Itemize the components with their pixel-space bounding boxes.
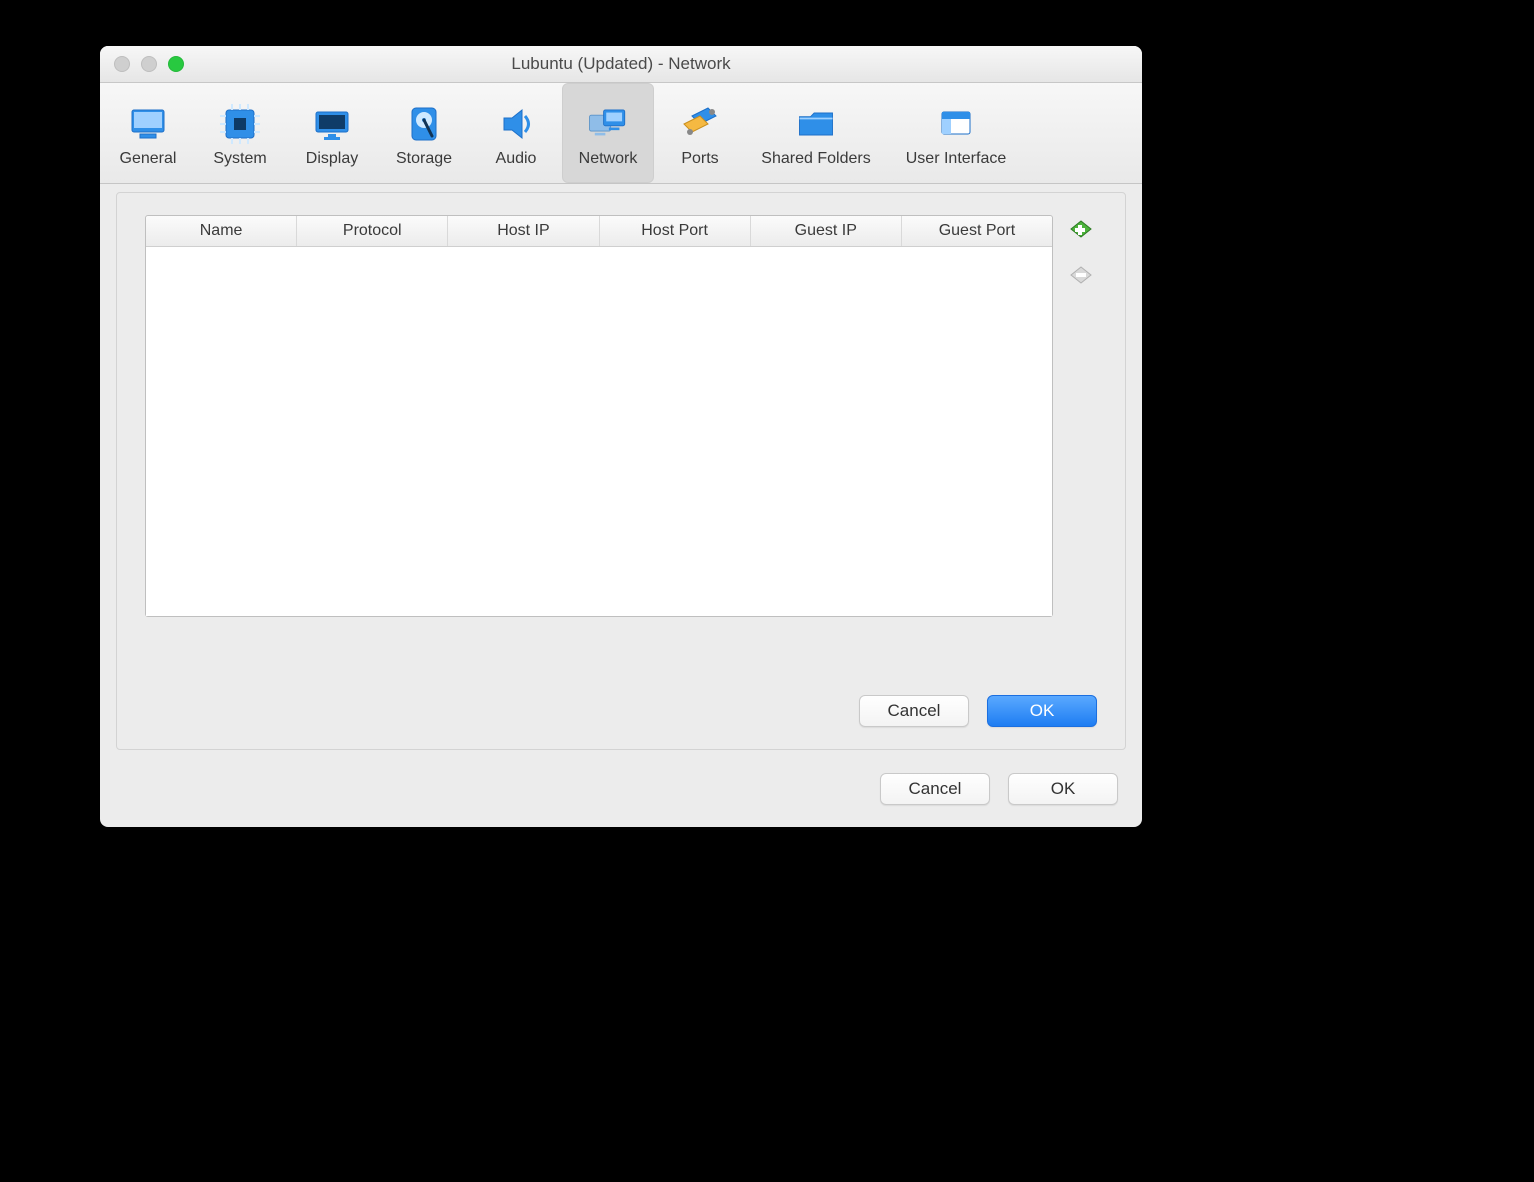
port-forwarding-table: Name Protocol Host IP Host Port Guest IP… <box>145 215 1053 617</box>
toolbar-label: General <box>120 150 177 168</box>
network-icon <box>586 102 630 146</box>
toolbar-item-network[interactable]: Network <box>562 83 654 183</box>
window-zoom-button[interactable] <box>168 56 184 72</box>
toolbar-label: Network <box>579 150 638 168</box>
settings-window: Lubuntu (Updated) - Network General <box>100 46 1142 827</box>
column-header-name[interactable]: Name <box>146 216 297 246</box>
sheet-button-row: Cancel OK <box>859 695 1097 727</box>
titlebar: Lubuntu (Updated) - Network <box>100 46 1142 83</box>
table-body-empty[interactable] <box>146 247 1052 616</box>
window-controls <box>100 56 184 72</box>
disk-icon <box>402 102 446 146</box>
monitor-icon <box>126 102 170 146</box>
column-header-host-port[interactable]: Host Port <box>600 216 751 246</box>
settings-toolbar: General System <box>100 83 1142 184</box>
toolbar-item-storage[interactable]: Storage <box>378 83 470 183</box>
layout-icon <box>934 102 978 146</box>
folder-icon <box>794 102 838 146</box>
speaker-icon <box>494 102 538 146</box>
column-header-protocol[interactable]: Protocol <box>297 216 448 246</box>
chip-icon <box>218 102 262 146</box>
sheet-ok-button[interactable]: OK <box>987 695 1097 727</box>
column-header-guest-port[interactable]: Guest Port <box>902 216 1052 246</box>
toolbar-item-audio[interactable]: Audio <box>470 83 562 183</box>
table-header: Name Protocol Host IP Host Port Guest IP… <box>146 216 1052 247</box>
window-title: Lubuntu (Updated) - Network <box>100 54 1142 74</box>
window-close-button[interactable] <box>114 56 130 72</box>
toolbar-label: Audio <box>496 150 537 168</box>
ports-icon <box>678 102 722 146</box>
table-side-tools <box>1067 215 1095 289</box>
add-icon <box>1068 216 1094 242</box>
add-rule-button[interactable] <box>1067 215 1095 243</box>
window-minimize-button[interactable] <box>141 56 157 72</box>
window-cancel-button[interactable]: Cancel <box>880 773 990 805</box>
toolbar-label: User Interface <box>906 150 1006 168</box>
remove-icon <box>1068 262 1094 288</box>
toolbar-label: Display <box>306 150 358 168</box>
window-ok-button[interactable]: OK <box>1008 773 1118 805</box>
toolbar-label: System <box>213 150 266 168</box>
toolbar-item-display[interactable]: Display <box>286 83 378 183</box>
port-forwarding-sheet: Name Protocol Host IP Host Port Guest IP… <box>116 192 1126 750</box>
toolbar-item-system[interactable]: System <box>194 83 286 183</box>
column-header-host-ip[interactable]: Host IP <box>448 216 599 246</box>
display-icon <box>310 102 354 146</box>
sheet-cancel-button[interactable]: Cancel <box>859 695 969 727</box>
toolbar-label: Ports <box>681 150 718 168</box>
toolbar-item-shared-folders[interactable]: Shared Folders <box>746 83 886 183</box>
remove-rule-button[interactable] <box>1067 261 1095 289</box>
toolbar-item-ports[interactable]: Ports <box>654 83 746 183</box>
window-button-row: Cancel OK <box>880 773 1118 805</box>
toolbar-label: Shared Folders <box>761 150 870 168</box>
column-header-guest-ip[interactable]: Guest IP <box>751 216 902 246</box>
toolbar-label: Storage <box>396 150 452 168</box>
toolbar-item-general[interactable]: General <box>102 83 194 183</box>
toolbar-item-user-interface[interactable]: User Interface <box>886 83 1026 183</box>
